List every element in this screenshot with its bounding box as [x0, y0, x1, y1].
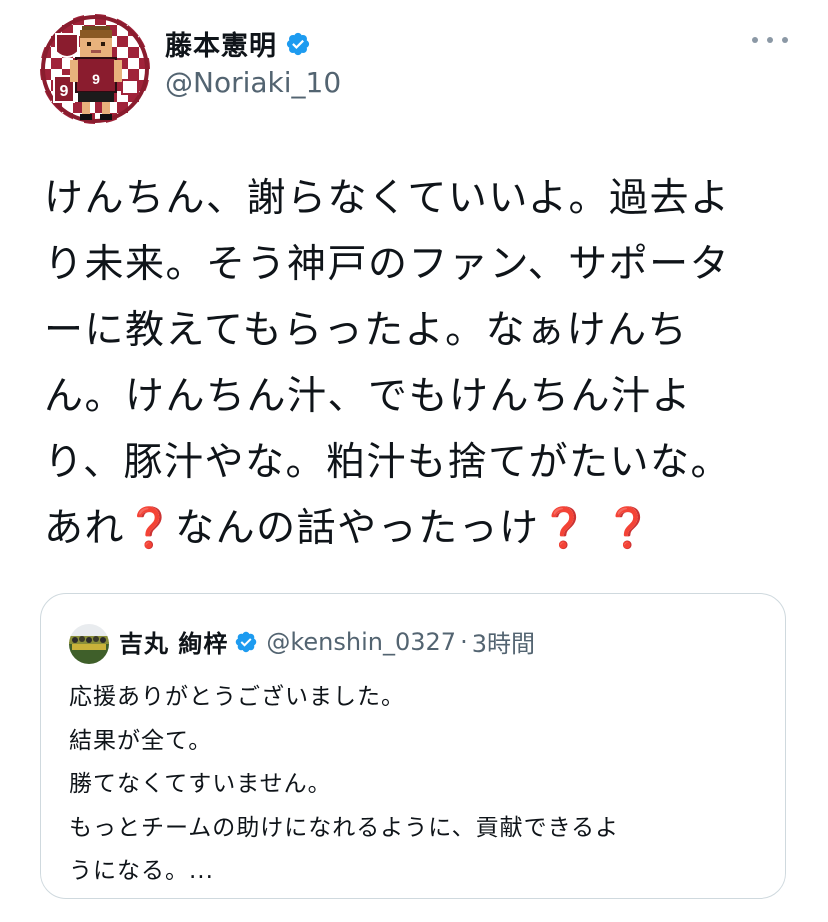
tweet-text-part: なんの話やったっけ	[175, 506, 540, 551]
quoted-line: 勝てなくてすいません。	[69, 771, 332, 797]
tweet-line-last: あれ❓なんの話やったっけ❓ ❓	[44, 496, 784, 562]
tweet-line: り未来。そう神戸のファン、サポータ	[44, 242, 731, 287]
tweet-line: ーに教えてもらったよ。なぁけんち	[44, 308, 689, 353]
separator-dot: ·	[460, 627, 468, 656]
quoted-tweet-header: 吉丸 絢梓 @kenshin_0327 · 3時間	[119, 624, 535, 659]
author-handle[interactable]: @Noriaki_10	[165, 66, 341, 99]
quoted-tweet-card[interactable]: 吉丸 絢梓 @kenshin_0327 · 3時間 応援ありがとうございました。…	[40, 593, 786, 899]
tweet-line: ん。けんちん汁、でもけんちん汁よ	[44, 374, 693, 419]
quoted-timestamp: 3時間	[471, 630, 535, 658]
team-photo-avatar	[69, 624, 109, 664]
tweet-line: り、豚汁やな。粕汁も捨てがたいな。	[44, 440, 731, 485]
quoted-line: 結果が全て。	[69, 727, 213, 754]
tweet-text: けんちん、謝らなくていいよ。過去よ り未来。そう神戸のファン、サポータ ーに教え…	[44, 166, 784, 562]
quoted-tweet-text: 応援ありがとうございました。 結果が全て。 勝てなくてすいません。 もっとチーム…	[69, 676, 769, 894]
more-options-icon[interactable]	[752, 30, 788, 50]
quoted-author-handle: @kenshin_0327	[266, 627, 457, 656]
verified-badge-icon	[236, 631, 257, 652]
tweet-text-part: あれ	[44, 506, 126, 551]
red-question-mark-icon: ❓	[125, 506, 176, 551]
red-question-mark-icon: ❓	[539, 506, 590, 551]
red-question-mark-icon: ❓	[603, 506, 654, 551]
quoted-line: もっとチームの助けになれるように、貢献できるよ	[69, 814, 620, 841]
quoted-line: 応援ありがとうございました。	[69, 684, 405, 710]
verified-badge-icon	[286, 32, 310, 55]
svg-text:9: 9	[92, 71, 100, 87]
quoted-line: うになる。...	[69, 858, 214, 884]
quoted-author-name: 吉丸 絢梓	[119, 630, 229, 658]
author-display-name[interactable]: 藤本憲明	[165, 24, 277, 63]
author-name-row[interactable]: 藤本憲明	[165, 24, 311, 63]
tweet-line: けんちん、謝らなくていいよ。過去よ	[44, 176, 731, 221]
svg-text:9: 9	[60, 83, 69, 100]
pixel-art-player-avatar[interactable]: 9 9	[40, 14, 150, 124]
